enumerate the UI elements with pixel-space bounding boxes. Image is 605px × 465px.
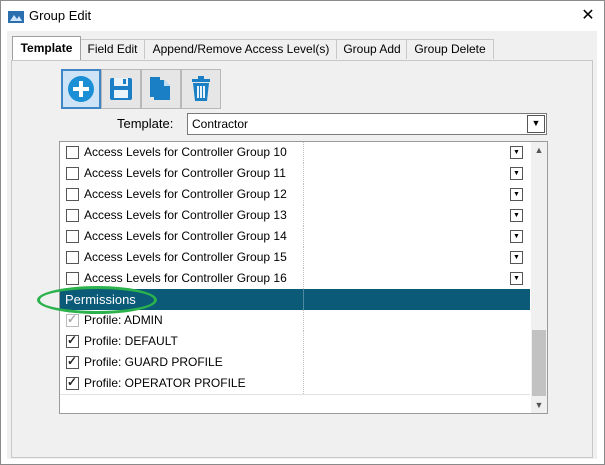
column-divider xyxy=(303,142,304,163)
tab-label: Append/Remove Access Level(s) xyxy=(152,42,330,56)
row-checkbox[interactable] xyxy=(66,333,79,348)
tab-label: Field Edit xyxy=(87,42,138,56)
row-label: Access Levels for Controller Group 11 xyxy=(84,166,286,180)
tab-append-remove-access-levels[interactable]: Append/Remove Access Level(s) xyxy=(144,39,338,59)
title-bar: Group Edit ✕ xyxy=(1,1,604,32)
table-row: Access Levels for Controller Group 15 ▼ xyxy=(60,247,530,269)
row-label: Profile: OPERATOR PROFILE xyxy=(84,376,246,390)
table-row: Access Levels for Controller Group 11 ▼ xyxy=(60,163,530,185)
row-checkbox[interactable] xyxy=(66,312,79,327)
vertical-scrollbar[interactable]: ▲ ▼ xyxy=(531,142,547,413)
row-checkbox[interactable] xyxy=(66,167,79,180)
template-label: Template: xyxy=(117,116,174,131)
app-icon xyxy=(8,11,24,23)
tab-label: Template xyxy=(20,41,73,55)
column-divider xyxy=(303,373,304,394)
tab-template[interactable]: Template xyxy=(12,36,81,60)
tab-label: Group Delete xyxy=(414,42,486,56)
add-icon xyxy=(68,76,94,102)
row-checkbox[interactable] xyxy=(66,354,79,369)
scroll-thumb[interactable] xyxy=(532,330,546,396)
row-dropdown-button[interactable]: ▼ xyxy=(510,167,523,180)
row-checkbox[interactable] xyxy=(66,251,79,264)
close-button[interactable]: ✕ xyxy=(573,3,603,29)
table-row: Access Levels for Controller Group 14 ▼ xyxy=(60,226,530,248)
row-label: Access Levels for Controller Group 13 xyxy=(84,208,287,222)
row-dropdown-button[interactable]: ▼ xyxy=(510,209,523,222)
row-label: Access Levels for Controller Group 12 xyxy=(84,187,287,201)
scroll-up-icon[interactable]: ▲ xyxy=(531,142,547,158)
copy-icon xyxy=(150,77,170,100)
row-label: Access Levels for Controller Group 10 xyxy=(84,145,287,159)
row-checkbox[interactable] xyxy=(66,375,79,390)
row-dropdown-button[interactable]: ▼ xyxy=(510,272,523,285)
template-select[interactable]: Contractor ▼ xyxy=(187,113,547,135)
table-row: Profile: OPERATOR PROFILE xyxy=(60,373,530,395)
column-divider xyxy=(303,205,304,226)
table-row: Access Levels for Controller Group 16 ▼ xyxy=(60,268,530,290)
column-divider xyxy=(303,352,304,373)
access-grid: Access Levels for Controller Group 10 ▼ … xyxy=(59,141,548,414)
template-select-value: Contractor xyxy=(192,117,249,131)
tab-group-add[interactable]: Group Add xyxy=(336,39,408,59)
row-dropdown-button[interactable]: ▼ xyxy=(510,188,523,201)
save-icon xyxy=(110,78,132,100)
row-label: Profile: DEFAULT xyxy=(84,334,178,348)
column-divider xyxy=(303,310,304,331)
highlight-annotation xyxy=(37,286,157,314)
row-dropdown-button[interactable]: ▼ xyxy=(510,251,523,264)
column-divider xyxy=(303,226,304,247)
copy-button[interactable] xyxy=(141,69,181,109)
tab-field-edit[interactable]: Field Edit xyxy=(79,39,146,59)
row-checkbox[interactable] xyxy=(66,146,79,159)
row-label: Access Levels for Controller Group 14 xyxy=(84,229,287,243)
table-row: Profile: DEFAULT xyxy=(60,331,530,353)
row-label: Profile: ADMIN xyxy=(84,313,163,327)
window-title: Group Edit xyxy=(29,8,92,23)
tab-label: Group Add xyxy=(343,42,401,56)
column-divider xyxy=(303,184,304,205)
row-checkbox[interactable] xyxy=(66,230,79,243)
column-divider xyxy=(303,289,304,310)
row-dropdown-button[interactable]: ▼ xyxy=(510,230,523,243)
table-row: Access Levels for Controller Group 10 ▼ xyxy=(60,142,530,164)
table-row: Profile: GUARD PROFILE xyxy=(60,352,530,374)
column-divider xyxy=(303,163,304,184)
tab-group-delete[interactable]: Group Delete xyxy=(406,39,494,59)
table-row: Profile: ADMIN xyxy=(60,310,530,332)
column-divider xyxy=(303,331,304,352)
table-row: Access Levels for Controller Group 12 ▼ xyxy=(60,184,530,206)
row-label: Access Levels for Controller Group 15 xyxy=(84,250,287,264)
trash-icon xyxy=(192,76,210,101)
row-label: Access Levels for Controller Group 16 xyxy=(84,271,287,285)
add-button[interactable] xyxy=(61,69,101,109)
row-dropdown-button[interactable]: ▼ xyxy=(510,146,523,159)
chevron-down-icon[interactable]: ▼ xyxy=(527,115,545,133)
row-checkbox[interactable] xyxy=(66,188,79,201)
scroll-down-icon[interactable]: ▼ xyxy=(531,397,547,413)
close-icon: ✕ xyxy=(581,7,595,24)
save-button[interactable] xyxy=(101,69,141,109)
column-divider xyxy=(303,247,304,268)
row-checkbox[interactable] xyxy=(66,209,79,222)
delete-button[interactable] xyxy=(181,69,221,109)
row-checkbox[interactable] xyxy=(66,272,79,285)
table-row: Access Levels for Controller Group 13 ▼ xyxy=(60,205,530,227)
row-label: Profile: GUARD PROFILE xyxy=(84,355,223,369)
column-divider xyxy=(303,268,304,289)
